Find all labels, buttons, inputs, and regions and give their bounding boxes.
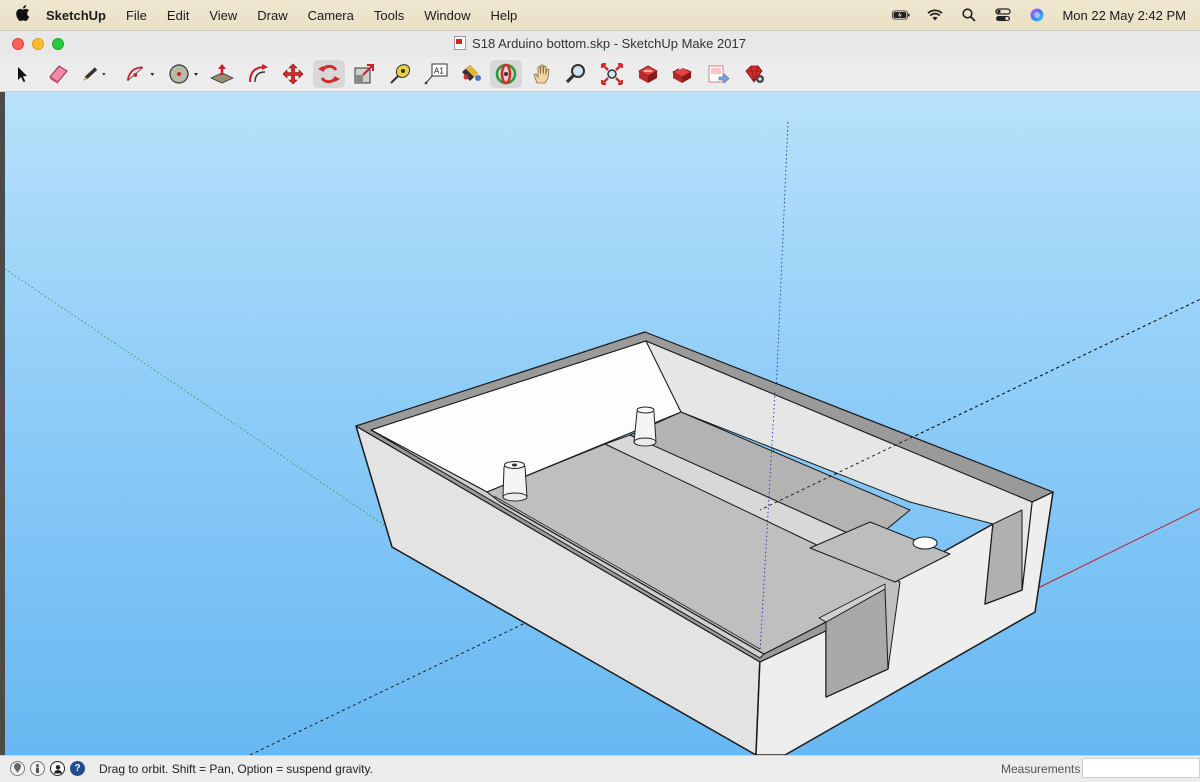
model-viewport[interactable] — [0, 92, 1200, 755]
orbit-tool-button[interactable] — [490, 60, 522, 88]
ruby-gear-icon — [745, 65, 764, 83]
text-icon: A1 — [424, 63, 448, 85]
app-menu[interactable]: SketchUp — [46, 8, 116, 23]
line-tool-button[interactable] — [80, 60, 108, 88]
scale-tool-button[interactable] — [350, 60, 378, 88]
menu-bar: SketchUp File Edit View Draw Camera Tool… — [0, 0, 1200, 30]
orbit-icon — [495, 63, 517, 85]
mounting-hole — [912, 536, 938, 550]
document-icon — [454, 36, 467, 50]
status-bar: ? Drag to orbit. Shift = Pan, Option = s… — [0, 755, 1200, 782]
green-axis — [5, 268, 391, 530]
arc-tool-button[interactable] — [124, 60, 158, 88]
push-pull-icon — [210, 64, 234, 84]
help-question-icon[interactable]: ? — [70, 761, 85, 776]
zoom-tool-button[interactable] — [562, 60, 590, 88]
geolocation-icon[interactable] — [10, 761, 25, 776]
svg-text:A1: A1 — [434, 67, 444, 76]
magnifier-icon — [565, 64, 585, 84]
circle-shape-icon — [169, 64, 198, 84]
menu-camera[interactable]: Camera — [298, 8, 364, 23]
rotate-tool-button[interactable] — [313, 60, 345, 88]
pencil-icon — [83, 67, 106, 81]
title-bar: S18 Arduino bottom.skp - SketchUp Make 2… — [0, 31, 1200, 57]
offset-icon — [249, 64, 268, 83]
3d-warehouse-button[interactable] — [634, 60, 662, 88]
extension-manager-button[interactable] — [740, 60, 768, 88]
eraser-icon — [49, 65, 68, 84]
tape-measure-icon — [390, 64, 411, 84]
extension-warehouse-icon — [672, 66, 692, 83]
push-pull-tool-button[interactable] — [208, 60, 236, 88]
select-tool-button[interactable] — [8, 60, 36, 88]
hand-icon — [533, 64, 550, 84]
siri-icon[interactable] — [1028, 6, 1046, 24]
menu-tools[interactable]: Tools — [364, 8, 414, 23]
model-canvas[interactable] — [0, 92, 1200, 755]
arrow-cursor-icon — [18, 67, 27, 82]
measurements-label: Measurements — [1001, 762, 1081, 776]
rotate-icon — [318, 64, 340, 84]
extension-warehouse-button[interactable] — [668, 60, 696, 88]
battery-icon[interactable] — [892, 6, 911, 24]
layout-icon — [708, 65, 730, 84]
status-message: Drag to orbit. Shift = Pan, Option = sus… — [99, 762, 373, 776]
status-icons: ? — [10, 761, 85, 776]
arc-icon — [126, 66, 155, 81]
menu-view[interactable]: View — [199, 8, 247, 23]
control-center-icon[interactable] — [994, 6, 1012, 24]
sketchup-window: S18 Arduino bottom.skp - SketchUp Make 2… — [0, 30, 1200, 782]
warehouse-icon — [638, 65, 658, 83]
main-toolbar: A1 — [0, 57, 1200, 92]
send-to-layout-button[interactable] — [704, 60, 732, 88]
offset-tool-button[interactable] — [244, 60, 272, 88]
shapes-tool-button[interactable] — [166, 60, 202, 88]
tape-measure-tool-button[interactable] — [386, 60, 414, 88]
menu-file[interactable]: File — [116, 8, 157, 23]
spotlight-search-icon[interactable] — [960, 6, 978, 24]
red-axis — [1037, 507, 1200, 589]
standoff-left — [502, 461, 528, 502]
paint-bucket-icon — [462, 65, 481, 81]
menu-help[interactable]: Help — [480, 8, 527, 23]
move-icon — [282, 63, 304, 85]
menu-edit[interactable]: Edit — [157, 8, 199, 23]
enclosure-model[interactable] — [355, 331, 1054, 755]
menu-window[interactable]: Window — [414, 8, 480, 23]
zoom-extents-tool-button[interactable] — [598, 60, 626, 88]
window-title-text: S18 Arduino bottom.skp - SketchUp Make 2… — [472, 36, 746, 51]
pan-tool-button[interactable] — [528, 60, 556, 88]
apple-menu-icon[interactable] — [0, 5, 46, 25]
window-title: S18 Arduino bottom.skp - SketchUp Make 2… — [0, 36, 1200, 51]
menubar-clock[interactable]: Mon 22 May 2:42 PM — [1062, 8, 1186, 23]
wifi-icon[interactable] — [926, 6, 944, 24]
menu-draw[interactable]: Draw — [247, 8, 297, 23]
zoom-extents-icon — [601, 63, 623, 85]
standoff-right — [633, 406, 657, 447]
text-tool-button[interactable]: A1 — [422, 60, 450, 88]
eraser-tool-button[interactable] — [44, 60, 72, 88]
scale-icon — [354, 64, 374, 84]
paint-bucket-tool-button[interactable] — [456, 60, 484, 88]
power-cutout — [984, 509, 1023, 605]
credits-icon[interactable] — [30, 761, 45, 776]
move-tool-button[interactable] — [279, 60, 307, 88]
measurements-input[interactable] — [1082, 758, 1200, 778]
user-account-icon[interactable] — [50, 761, 65, 776]
